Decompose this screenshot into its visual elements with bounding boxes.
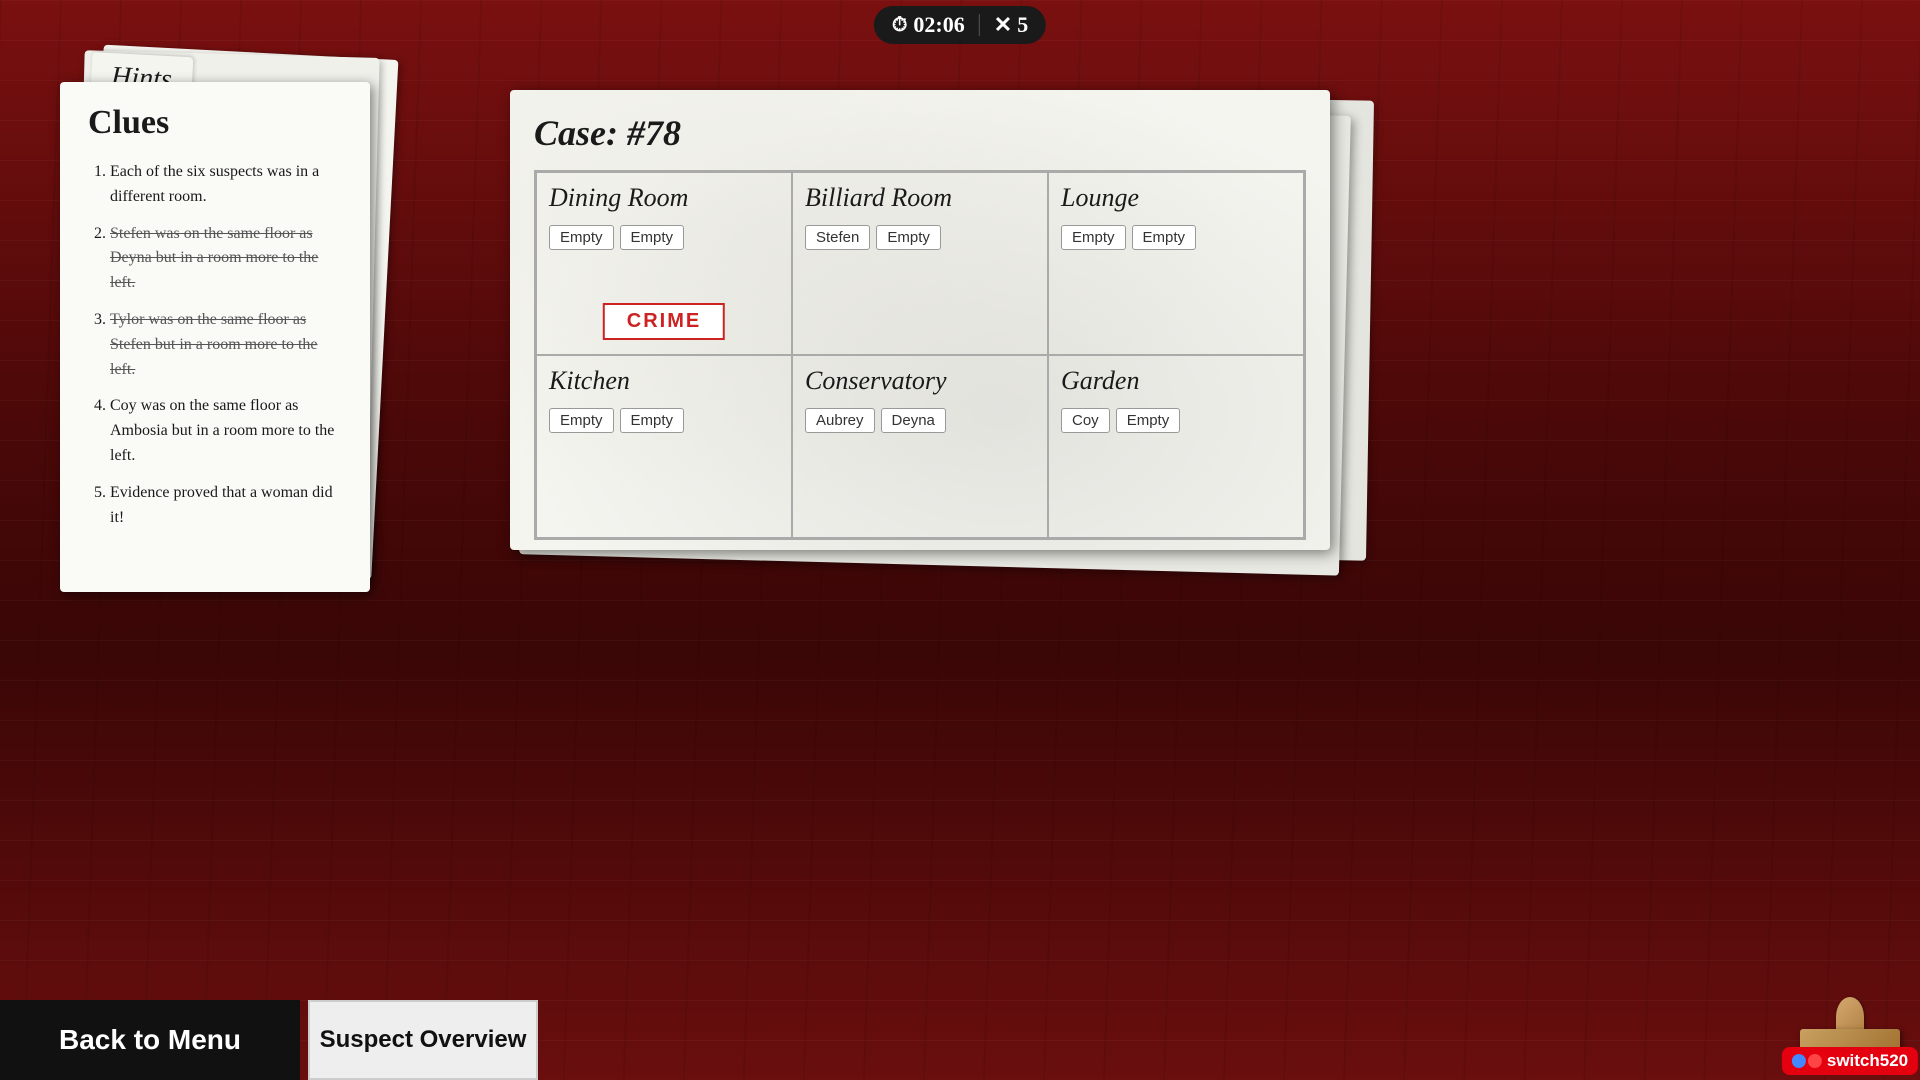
clue-2: Stefen was on the same floor as Deyna bu… bbox=[110, 222, 342, 296]
clues-card: Clues Each of the six suspects was in a … bbox=[60, 82, 370, 592]
room-garden-suspects: Coy Empty bbox=[1061, 408, 1180, 433]
suspect-tag[interactable]: Empty bbox=[1116, 408, 1181, 433]
case-label: Case: bbox=[534, 113, 627, 153]
stamp-widget: switch520 bbox=[1785, 975, 1915, 1075]
clues-list: Each of the six suspects was in a differ… bbox=[88, 160, 342, 530]
clue-2-text: Stefen was on the same floor as Deyna bu… bbox=[110, 225, 318, 292]
suspect-tag-stefen[interactable]: Stefen bbox=[805, 225, 870, 250]
divider bbox=[979, 14, 980, 36]
suspect-tag[interactable]: Empty bbox=[549, 225, 614, 250]
clue-5: Evidence proved that a woman did it! bbox=[110, 481, 342, 531]
clues-title: Clues bbox=[88, 104, 342, 142]
room-kitchen: Kitchen Empty Empty bbox=[536, 355, 792, 538]
case-title: Case: #78 bbox=[534, 112, 1306, 154]
room-garden: Garden Coy Empty bbox=[1048, 355, 1304, 538]
clue-3-text: Tylor was on the same floor as Stefen bu… bbox=[110, 311, 318, 378]
room-garden-name: Garden bbox=[1061, 366, 1139, 396]
room-conservatory-name: Conservatory bbox=[805, 366, 947, 396]
clue-4: Coy was on the same floor as Ambosia but… bbox=[110, 394, 342, 468]
case-board: Case: #78 Dining Room Empty Empty CRIME … bbox=[510, 90, 1330, 550]
switch-branding: switch520 bbox=[1785, 975, 1915, 1075]
room-billiard: Billiard Room Stefen Empty bbox=[792, 172, 1048, 355]
case-board-wrapper: Case: #78 Dining Room Empty Empty CRIME … bbox=[510, 90, 1330, 550]
rooms-grid: Dining Room Empty Empty CRIME Billiard R… bbox=[534, 170, 1306, 540]
suspect-tag[interactable]: Empty bbox=[620, 408, 685, 433]
switch-badge: switch520 bbox=[1782, 1047, 1918, 1075]
room-kitchen-name: Kitchen bbox=[549, 366, 630, 396]
room-lounge-suspects: Empty Empty bbox=[1061, 225, 1196, 250]
room-billiard-name: Billiard Room bbox=[805, 183, 952, 213]
suspect-tag-deyna[interactable]: Deyna bbox=[881, 408, 946, 433]
room-dining: Dining Room Empty Empty CRIME bbox=[536, 172, 792, 355]
room-kitchen-suspects: Empty Empty bbox=[549, 408, 684, 433]
suspect-tag[interactable]: Empty bbox=[549, 408, 614, 433]
suspect-tag[interactable]: Empty bbox=[620, 225, 685, 250]
case-number: #78 bbox=[627, 113, 681, 153]
timer-display: ⏱ 02:06 bbox=[892, 12, 965, 38]
timer-value: 02:06 bbox=[913, 12, 964, 38]
lives-value: 5 bbox=[1017, 12, 1028, 38]
clue-1: Each of the six suspects was in a differ… bbox=[110, 160, 342, 210]
room-conservatory: Conservatory Aubrey Deyna bbox=[792, 355, 1048, 538]
room-dining-suspects: Empty Empty bbox=[549, 225, 684, 250]
clue-3: Tylor was on the same floor as Stefen bu… bbox=[110, 308, 342, 382]
x-symbol: ✕ bbox=[994, 12, 1012, 38]
room-conservatory-suspects: Aubrey Deyna bbox=[805, 408, 946, 433]
top-bar: ⏱ 02:06 ✕ 5 bbox=[874, 6, 1046, 44]
clock-icon: ⏱ bbox=[892, 14, 908, 37]
switch-circle-right bbox=[1808, 1054, 1822, 1068]
suspect-overview-button[interactable]: Suspect Overview bbox=[308, 1000, 538, 1080]
suspect-tag[interactable]: Empty bbox=[876, 225, 941, 250]
back-to-menu-button[interactable]: Back to Menu bbox=[0, 1000, 300, 1080]
switch-icons bbox=[1792, 1054, 1822, 1068]
room-lounge-name: Lounge bbox=[1061, 183, 1139, 213]
room-billiard-suspects: Stefen Empty bbox=[805, 225, 941, 250]
switch-label: switch520 bbox=[1827, 1051, 1908, 1071]
switch-circle-left bbox=[1792, 1054, 1806, 1068]
bottom-bar: Back to Menu Suspect Overview bbox=[0, 1000, 1920, 1080]
suspect-tag[interactable]: Empty bbox=[1061, 225, 1126, 250]
suspect-tag-aubrey[interactable]: Aubrey bbox=[805, 408, 875, 433]
suspect-tag[interactable]: Empty bbox=[1132, 225, 1197, 250]
room-dining-name: Dining Room bbox=[549, 183, 688, 213]
crime-badge: CRIME bbox=[603, 303, 725, 340]
room-lounge: Lounge Empty Empty bbox=[1048, 172, 1304, 355]
lives-display: ✕ 5 bbox=[994, 12, 1028, 38]
suspect-tag-coy[interactable]: Coy bbox=[1061, 408, 1110, 433]
